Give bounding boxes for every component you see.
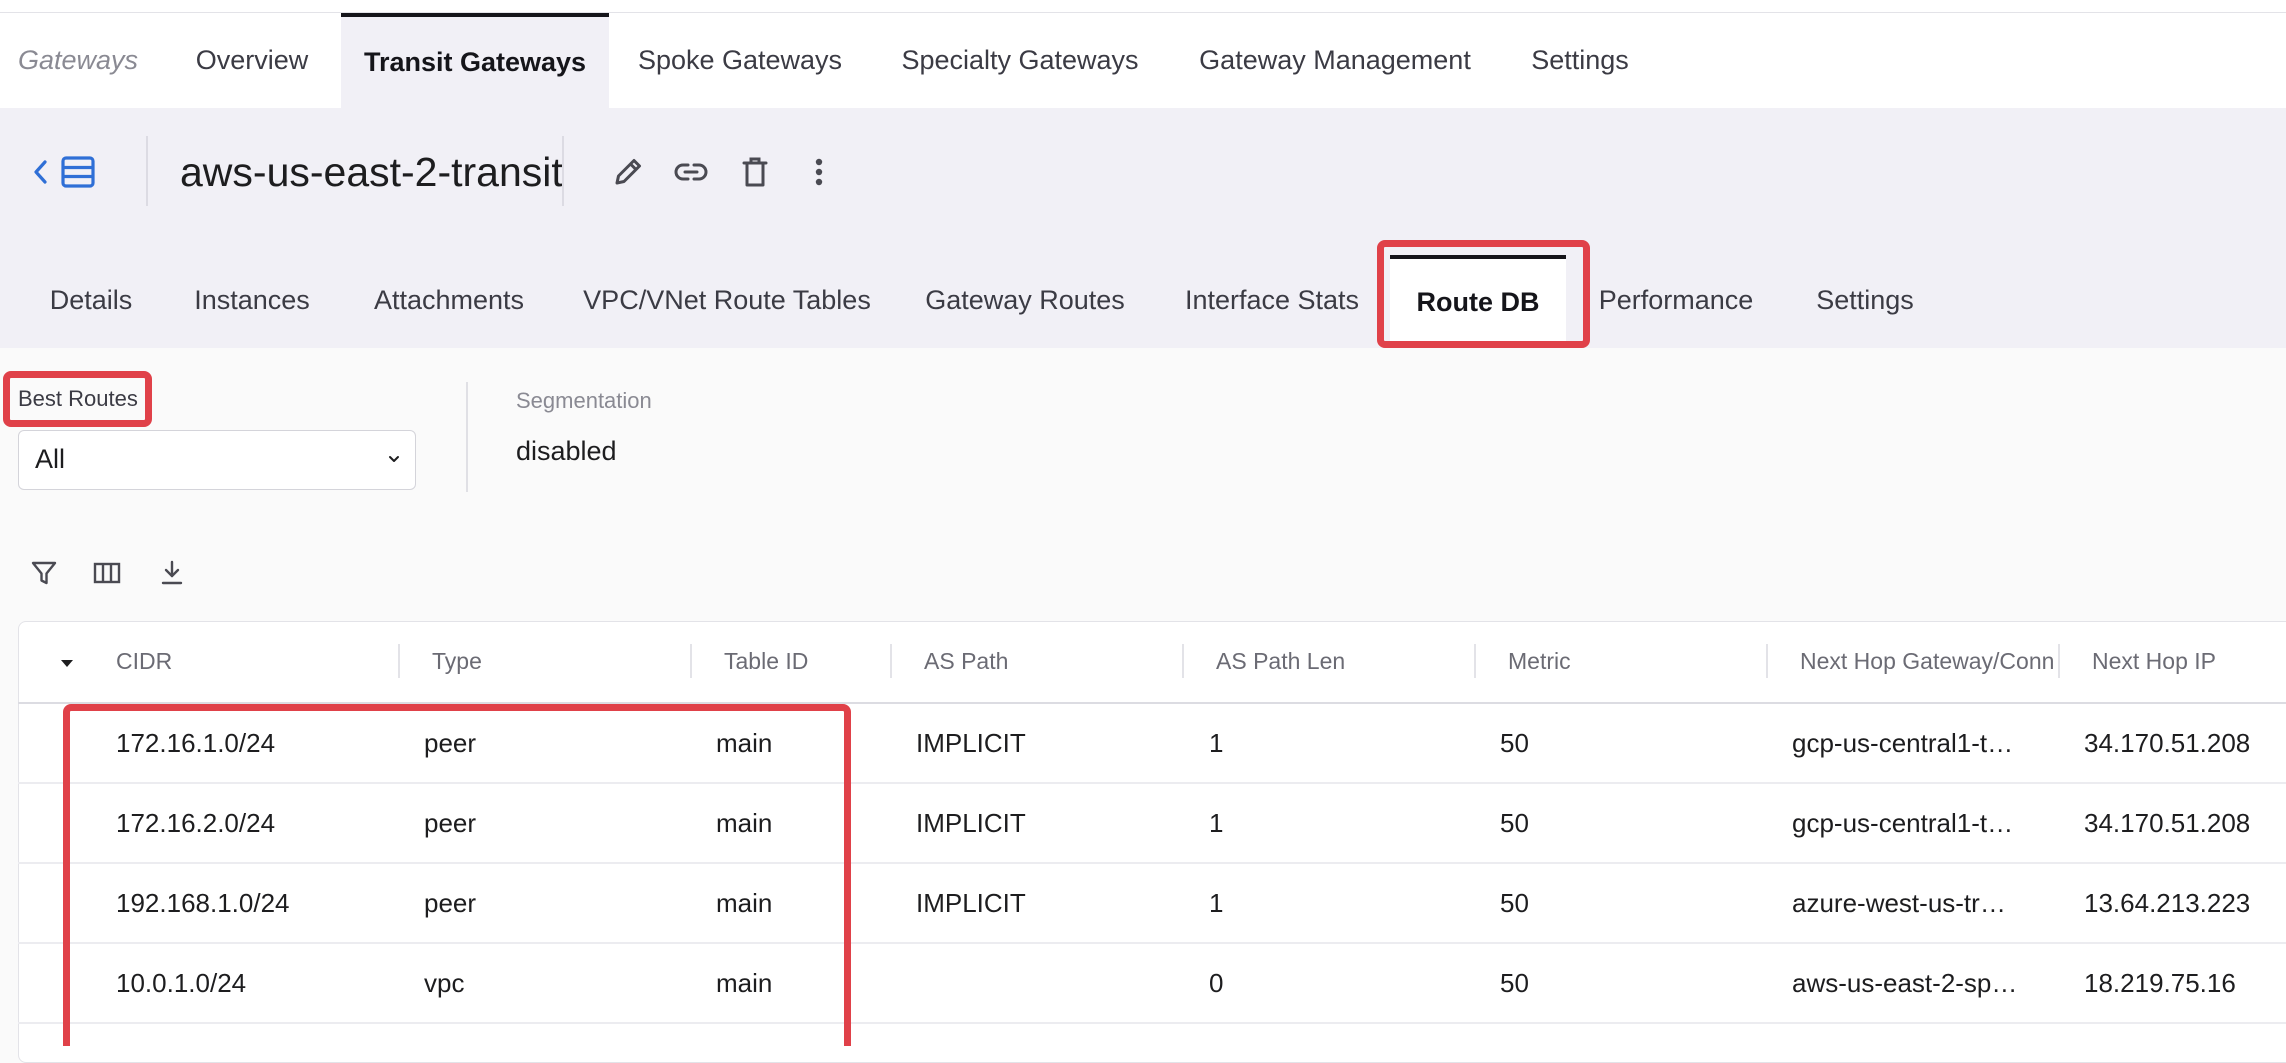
cell-table-id: main — [716, 808, 773, 838]
nav-tab-specialty-gateways[interactable]: Specialty Gateways — [882, 13, 1158, 108]
cell-as-path: IMPLICIT — [916, 728, 1026, 758]
cell-as-path: IMPLICIT — [916, 888, 1026, 918]
link-icon[interactable] — [673, 154, 709, 190]
cell-as-path-len: 1 — [1209, 728, 1224, 758]
column-divider[interactable] — [1182, 644, 1184, 678]
chevron-left-icon[interactable] — [28, 154, 52, 190]
segmentation-label: Segmentation — [516, 388, 652, 413]
best-routes-select[interactable]: All — [18, 430, 416, 490]
column-header-next-hop-gateway[interactable]: Next Hop Gateway/Conne — [1800, 621, 2054, 702]
top-strip — [0, 0, 2286, 13]
tab-attachments[interactable]: Attachments — [350, 255, 548, 345]
caret-down-icon[interactable] — [58, 656, 76, 670]
cell-next-hop-ip: 18.219.75.16 — [2084, 968, 2236, 998]
more-vertical-icon[interactable] — [801, 154, 837, 190]
header-divider — [562, 136, 564, 206]
filter-icon[interactable] — [29, 558, 59, 588]
cell-type: peer — [424, 888, 477, 918]
cell-type: peer — [424, 808, 477, 838]
column-divider[interactable] — [1474, 644, 1476, 678]
tab-settings[interactable]: Settings — [1796, 255, 1934, 345]
cell-metric: 50 — [1500, 728, 1529, 758]
cell-type: vpc — [424, 968, 465, 998]
column-header-type[interactable]: Type — [432, 621, 682, 702]
edit-pencil-icon[interactable] — [610, 154, 646, 190]
download-icon[interactable] — [157, 558, 187, 588]
cell-cidr: 10.0.1.0/24 — [116, 968, 247, 998]
best-routes-label: Best Routes — [18, 386, 138, 411]
cell-next-hop-ip: 34.170.51.208 — [2084, 728, 2251, 758]
header-divider — [146, 136, 148, 206]
cell-as-path-len: 1 — [1209, 808, 1224, 838]
columns-icon[interactable] — [92, 558, 122, 588]
best-routes-selected-value: All — [35, 444, 66, 474]
nav-section-label: Gateways — [18, 45, 139, 75]
table-header-rule — [18, 702, 2286, 704]
tab-route-db[interactable]: Route DB — [1390, 255, 1566, 345]
gateway-title: aws-us-east-2-transit — [180, 149, 563, 195]
segmentation-value: disabled — [516, 436, 617, 466]
cell-next-hop-ip: 34.170.51.208 — [2084, 808, 2251, 838]
nav-tab-gateway-management[interactable]: Gateway Management — [1180, 13, 1490, 108]
list-view-icon[interactable] — [60, 154, 96, 190]
cell-as-path-len: 1 — [1209, 888, 1224, 918]
cell-cidr: 172.16.1.0/24 — [116, 728, 276, 758]
tab-gateway-routes[interactable]: Gateway Routes — [906, 255, 1144, 345]
tab-details[interactable]: Details — [28, 255, 154, 345]
cell-metric: 50 — [1500, 808, 1529, 838]
row-divider — [18, 1022, 2286, 1024]
trash-icon[interactable] — [737, 154, 773, 190]
column-header-as-path[interactable]: AS Path — [924, 621, 1174, 702]
cell-metric: 50 — [1500, 888, 1529, 918]
column-header-as-path-len[interactable]: AS Path Len — [1216, 621, 1466, 702]
cell-next-hop-ip: 13.64.213.223 — [2084, 888, 2251, 918]
cell-metric: 50 — [1500, 968, 1529, 998]
cell-cidr: 172.16.2.0/24 — [116, 808, 276, 838]
nav-tab-settings[interactable]: Settings — [1514, 13, 1646, 108]
column-header-metric[interactable]: Metric — [1508, 621, 1758, 702]
cell-as-path: IMPLICIT — [916, 808, 1026, 838]
cell-next-hop-gateway[interactable]: aws-us-east-2-sp… — [1792, 968, 2046, 998]
cell-as-path-len: 0 — [1209, 968, 1224, 998]
cell-table-id: main — [716, 968, 773, 998]
column-header-cidr[interactable]: CIDR — [116, 621, 386, 702]
cell-type: peer — [424, 728, 477, 758]
column-header-next-hop-ip[interactable]: Next Hop IP — [2092, 621, 2286, 702]
cell-table-id: main — [716, 728, 773, 758]
chevron-down-icon — [389, 456, 399, 462]
tab-interface-stats[interactable]: Interface Stats — [1172, 255, 1372, 345]
cell-cidr: 192.168.1.0/24 — [116, 888, 290, 918]
column-divider[interactable] — [690, 644, 692, 678]
nav-tab-transit-gateways[interactable]: Transit Gateways — [341, 13, 609, 108]
filter-divider — [466, 382, 468, 492]
row-divider — [18, 862, 2286, 864]
cell-as-path — [916, 968, 1166, 998]
nav-tab-spoke-gateways[interactable]: Spoke Gateways — [620, 13, 860, 108]
row-divider — [18, 942, 2286, 944]
cell-table-id: main — [716, 888, 773, 918]
column-divider[interactable] — [2058, 644, 2060, 678]
nav-tab-overview[interactable]: Overview — [172, 13, 332, 108]
column-header-table-id[interactable]: Table ID — [724, 621, 884, 702]
cell-next-hop-gateway[interactable]: gcp-us-central1-t… — [1792, 728, 2046, 758]
column-divider[interactable] — [1766, 644, 1768, 678]
tab-performance[interactable]: Performance — [1584, 255, 1768, 345]
cell-next-hop-gateway[interactable]: gcp-us-central1-t… — [1792, 808, 2046, 838]
row-divider — [18, 782, 2286, 784]
cell-next-hop-gateway[interactable]: azure-west-us-tr… — [1792, 888, 2046, 918]
tab-vpc-vnet-route-tables[interactable]: VPC/VNet Route Tables — [576, 255, 878, 345]
tab-instances[interactable]: Instances — [182, 255, 322, 345]
column-divider[interactable] — [398, 644, 400, 678]
column-divider[interactable] — [890, 644, 892, 678]
